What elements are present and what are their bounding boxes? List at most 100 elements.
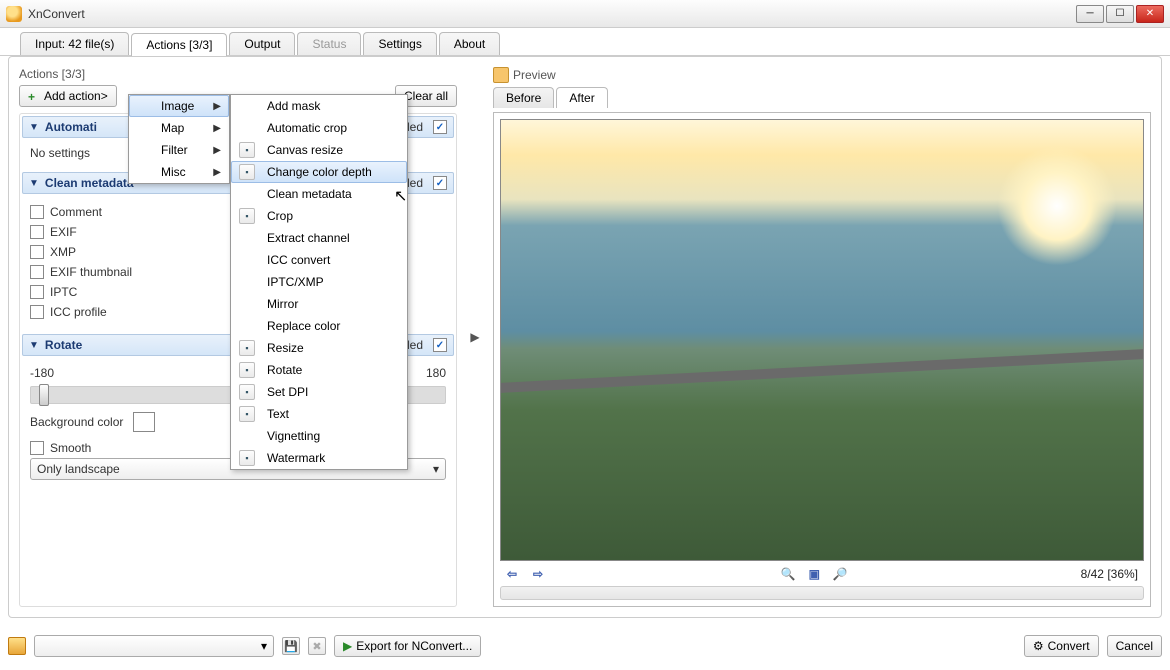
submenu-arrow-icon: ▶ [213, 123, 221, 134]
menu-item[interactable]: Mirror [231, 293, 407, 315]
menu-item[interactable]: Add mask [231, 95, 407, 117]
panel-enable-checkbox[interactable]: ✓ [433, 176, 447, 190]
menu-item-icon: ▪ [235, 383, 259, 401]
checkbox[interactable] [30, 225, 44, 239]
menu-cat-filter[interactable]: Filter ▶ [129, 139, 229, 161]
smooth-checkbox[interactable] [30, 441, 44, 455]
menu-item-label: ICC convert [267, 253, 399, 267]
menu-item[interactable]: ▪Canvas resize [231, 139, 407, 161]
checkbox[interactable] [30, 305, 44, 319]
tab-settings[interactable]: Settings [363, 32, 436, 55]
checkbox[interactable] [30, 205, 44, 219]
chevron-down-icon: ▾ [261, 639, 267, 653]
delete-icon[interactable]: ✖ [308, 637, 326, 655]
image-submenu: Add maskAutomatic crop▪Canvas resize▪Cha… [230, 94, 408, 470]
preview-toolbar: ⇦ ⇨ 🔍 ▣ 🔎 8/42 [36%] [500, 561, 1144, 583]
menu-item[interactable]: ▪ Set DPI [231, 381, 407, 403]
tab-status[interactable]: Status [297, 32, 361, 55]
rotate-max: 180 [426, 366, 446, 380]
menu-item-icon [235, 427, 259, 445]
menu-item-icon [235, 229, 259, 247]
menu-item[interactable]: ▪Rotate [231, 359, 407, 381]
preview-image [500, 119, 1144, 561]
tab-before[interactable]: Before [493, 87, 554, 108]
menu-item[interactable]: ▪ Text [231, 403, 407, 425]
preview-counter: 8/42 [36%] [1081, 567, 1142, 581]
menu-item[interactable]: IPTC/XMP [231, 271, 407, 293]
gear-icon: ⚙ [1033, 639, 1044, 653]
tab-after[interactable]: After [556, 87, 607, 108]
menu-cat-label: Image [161, 99, 205, 113]
zoom-out-icon[interactable]: 🔎 [830, 565, 850, 583]
clean-item-label: EXIF thumbnail [50, 265, 132, 279]
preset-select[interactable]: ▾ [34, 635, 274, 657]
panel-enable-checkbox[interactable]: ✓ [433, 120, 447, 134]
menu-item-label: Text [267, 407, 399, 421]
menu-item[interactable]: Extract channel [231, 227, 407, 249]
menu-item-label: Add mask [267, 99, 399, 113]
tab-about[interactable]: About [439, 32, 500, 55]
add-action-button[interactable]: + Add action> [19, 85, 117, 107]
save-icon[interactable]: 💾 [282, 637, 300, 655]
menu-item[interactable]: ICC convert [231, 249, 407, 271]
menu-item-icon [235, 295, 259, 313]
menu-item[interactable]: ▪Watermark [231, 447, 407, 469]
zoom-fit-icon[interactable]: ▣ [804, 565, 824, 583]
tab-input[interactable]: Input: 42 file(s) [20, 32, 129, 55]
menu-item[interactable]: ▪Change color depth [231, 161, 407, 183]
horizontal-scrollbar[interactable] [500, 586, 1144, 600]
menu-item[interactable]: ▪ Crop [231, 205, 407, 227]
preview-tabs: Before After [493, 87, 1151, 108]
checkbox[interactable] [30, 265, 44, 279]
menu-cat-misc[interactable]: Misc▶ [129, 161, 229, 183]
plus-icon: + [28, 90, 40, 102]
menu-item-label: Rotate [267, 363, 399, 377]
clean-item-label: IPTC [50, 285, 77, 299]
menu-item-label: Crop [267, 209, 399, 223]
cancel-label: Cancel [1116, 639, 1153, 653]
menu-cat-image[interactable]: Image▶ [129, 95, 229, 117]
menu-item[interactable]: Vignetting [231, 425, 407, 447]
export-icon: ▶ [343, 639, 352, 653]
zoom-in-icon[interactable]: 🔍 [778, 565, 798, 583]
submenu-arrow-icon: ▶ [213, 145, 221, 156]
menu-item-icon: ▪ [235, 207, 259, 225]
menu-item-label: Watermark [267, 451, 399, 465]
clean-item-label: EXIF [50, 225, 77, 239]
disclose-icon: ▼ [29, 178, 39, 189]
checkbox[interactable] [30, 285, 44, 299]
menu-item-label: Automatic crop [267, 121, 399, 135]
menu-item-label: Set DPI [267, 385, 399, 399]
export-nconvert-button[interactable]: ▶ Export for NConvert... [334, 635, 481, 657]
close-button[interactable]: ✕ [1136, 5, 1164, 23]
menu-item[interactable]: Clean metadata [231, 183, 407, 205]
checkbox[interactable] [30, 245, 44, 259]
arrow-right-icon: ▶ [469, 67, 481, 607]
slider-thumb[interactable] [39, 384, 49, 406]
maximize-button[interactable]: ☐ [1106, 5, 1134, 23]
next-image-button[interactable]: ⇨ [528, 565, 548, 583]
panel-enable-checkbox[interactable]: ✓ [433, 338, 447, 352]
preview-column: Preview Before After ⇦ ⇨ 🔍 ▣ 🔎 8/42 [36%… [493, 67, 1151, 607]
menu-cat-map[interactable]: Map▶ [129, 117, 229, 139]
menu-item-icon: ▪ [235, 405, 259, 423]
menu-item[interactable]: Replace color [231, 315, 407, 337]
menu-item-icon [235, 185, 259, 203]
menu-item[interactable]: Automatic crop [231, 117, 407, 139]
menu-item-label: Change color depth [267, 165, 399, 179]
menu-cat-label: Filter [161, 143, 205, 157]
panel-state-label: led [407, 176, 423, 190]
panel-state-label: led [407, 338, 423, 352]
cancel-button[interactable]: Cancel [1107, 635, 1162, 657]
minimize-button[interactable]: ─ [1076, 5, 1104, 23]
convert-button[interactable]: ⚙ Convert [1024, 635, 1099, 657]
menu-item-label: Canvas resize [267, 143, 399, 157]
rotate-min: -180 [30, 366, 54, 380]
bg-color-swatch[interactable] [133, 412, 155, 432]
clean-item-label: Comment [50, 205, 102, 219]
prev-image-button[interactable]: ⇦ [502, 565, 522, 583]
tab-output[interactable]: Output [229, 32, 295, 55]
menu-item[interactable]: ▪Resize [231, 337, 407, 359]
tab-actions[interactable]: Actions [3/3] [131, 33, 227, 56]
open-folder-icon[interactable] [8, 637, 26, 655]
